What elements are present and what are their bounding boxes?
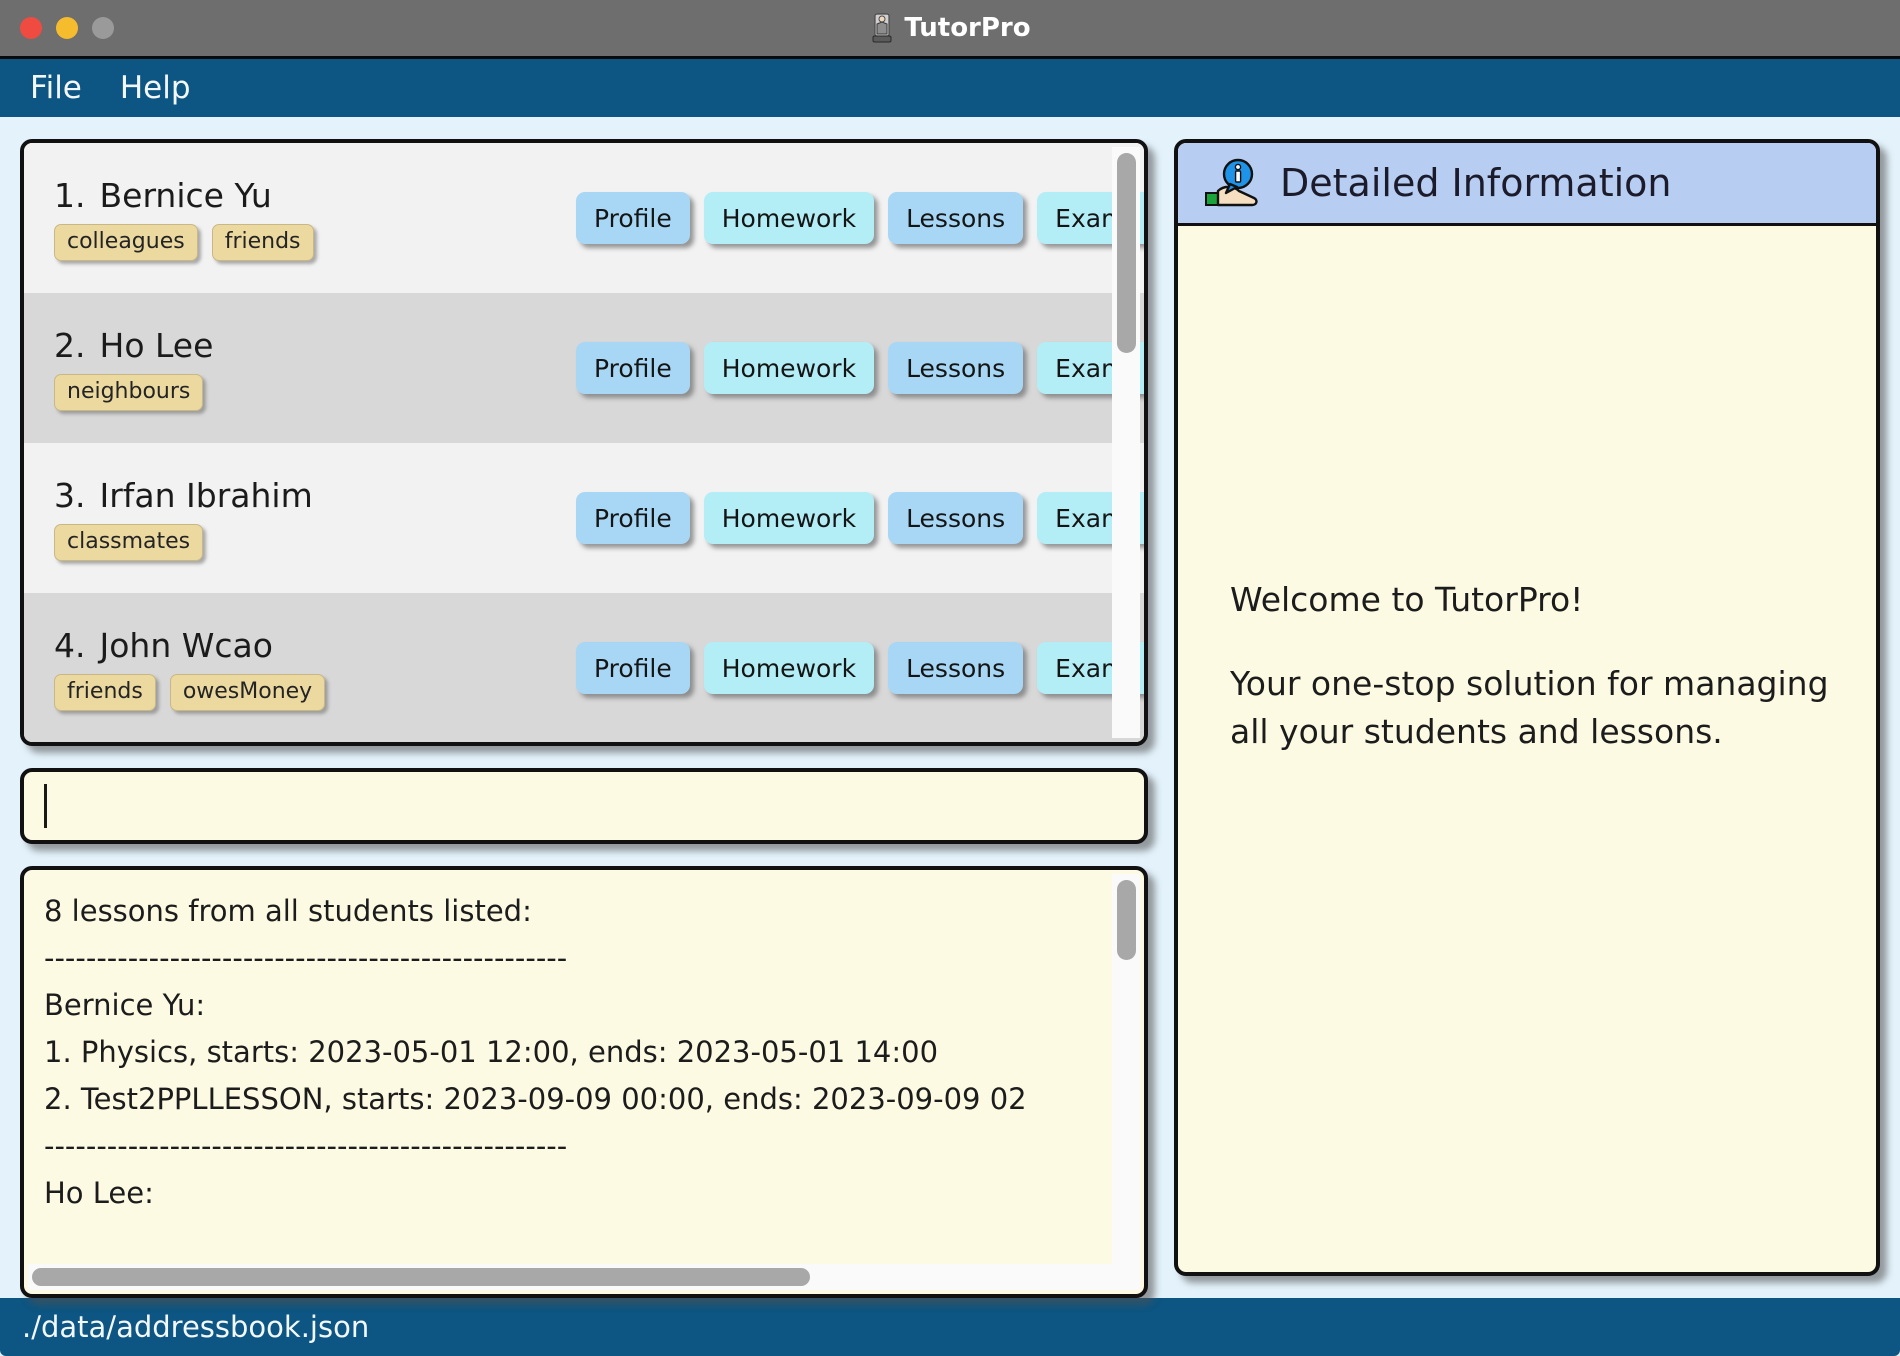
student-index: 3. <box>54 475 86 515</box>
student-index: 2. <box>54 325 86 365</box>
lessons-button[interactable]: Lessons <box>888 192 1024 244</box>
detail-panel-header: Detailed Information <box>1178 143 1876 226</box>
student-tag: owesMoney <box>169 673 326 711</box>
scrollbar-thumb[interactable] <box>1117 880 1136 960</box>
student-list-item[interactable]: 2. Ho Lee neighbours Profile Homework Les… <box>24 293 1144 443</box>
result-line: Ho Lee: <box>44 1176 154 1210</box>
student-info: 4. John Wcao friends owesMoney <box>54 626 554 711</box>
student-action-buttons: Profile Homework Lessons Exams <box>576 342 1144 394</box>
menu-bar: File Help <box>0 59 1900 117</box>
welcome-spacer <box>1230 624 1846 660</box>
result-line: ----------------------------------------… <box>44 1129 568 1163</box>
student-list-item[interactable]: 3. Irfan Ibrahim classmates Profile Homew… <box>24 443 1144 593</box>
student-tag: friends <box>211 223 314 261</box>
command-input-box[interactable] <box>20 768 1148 844</box>
student-tag: neighbours <box>54 373 204 411</box>
student-list-scroll-area: 1. Bernice Yu colleagues friends Profile … <box>24 143 1144 742</box>
student-index: 1. <box>54 175 86 215</box>
scrollbar-thumb[interactable] <box>1117 153 1136 353</box>
profile-button[interactable]: Profile <box>576 192 690 244</box>
left-column: 1. Bernice Yu colleagues friends Profile … <box>20 139 1148 1298</box>
lessons-button[interactable]: Lessons <box>888 492 1024 544</box>
homework-button[interactable]: Homework <box>703 192 875 244</box>
profile-button[interactable]: Profile <box>576 492 690 544</box>
homework-button[interactable]: Homework <box>703 342 875 394</box>
student-tag: colleagues <box>54 223 198 261</box>
student-name-row: 4. John Wcao <box>54 626 554 665</box>
profile-button[interactable]: Profile <box>576 642 690 694</box>
result-line: 1. Physics, starts: 2023-05-01 12:00, en… <box>44 1035 939 1069</box>
student-tags: classmates <box>54 523 554 561</box>
menu-item-help[interactable]: Help <box>120 70 191 106</box>
student-info: 1. Bernice Yu colleagues friends <box>54 176 554 261</box>
student-list-item[interactable]: 1. Bernice Yu colleagues friends Profile … <box>24 143 1144 293</box>
welcome-body-line-2: all your students and lessons. <box>1230 712 1723 751</box>
student-name: Ho Lee <box>99 325 214 365</box>
student-action-buttons: Profile Homework Lessons Exams <box>576 192 1144 244</box>
student-tag: friends <box>54 673 156 711</box>
profile-button[interactable]: Profile <box>576 342 690 394</box>
detail-panel-title: Detailed Information <box>1280 161 1672 205</box>
student-name-row: 1. Bernice Yu <box>54 176 554 215</box>
detail-information-panel: Detailed Information Welcome to TutorPro… <box>1174 139 1880 1276</box>
maximize-window-button[interactable] <box>92 17 114 39</box>
student-tags: colleagues friends <box>54 223 554 261</box>
result-horizontal-scrollbar[interactable] <box>28 1264 1140 1290</box>
minimize-window-button[interactable] <box>56 17 78 39</box>
student-name-row: 2. Ho Lee <box>54 326 554 365</box>
student-index: 4. <box>54 625 86 665</box>
student-list-vertical-scrollbar[interactable] <box>1112 147 1140 738</box>
tutor-person-icon <box>869 13 895 43</box>
result-line: 2. Test2PPLLESSON, starts: 2023-09-09 00… <box>44 1082 1027 1116</box>
result-vertical-scrollbar[interactable] <box>1112 874 1140 1264</box>
text-caret <box>44 784 47 828</box>
student-list-panel: 1. Bernice Yu colleagues friends Profile … <box>20 139 1148 746</box>
student-name: John Wcao <box>99 625 273 665</box>
status-bar: ./data/addressbook.json <box>0 1298 1900 1356</box>
student-name-row: 3. Irfan Ibrahim <box>54 476 554 515</box>
student-name: Bernice Yu <box>99 175 272 215</box>
status-bar-file-path: ./data/addressbook.json <box>22 1310 370 1344</box>
main-content: 1. Bernice Yu colleagues friends Profile … <box>0 117 1900 1298</box>
result-display-text: 8 lessons from all students listed: ----… <box>24 870 1114 1268</box>
student-action-buttons: Profile Homework Lessons Exams <box>576 642 1144 694</box>
right-column: Detailed Information Welcome to TutorPro… <box>1174 139 1880 1298</box>
welcome-message: Welcome to TutorPro! Your one-stop solut… <box>1230 576 1846 756</box>
result-line: 8 lessons from all students listed: <box>44 894 532 928</box>
student-name: Irfan Ibrahim <box>99 475 313 515</box>
welcome-body-line-1: Your one-stop solution for managing <box>1230 664 1829 703</box>
student-tag: classmates <box>54 523 204 561</box>
student-tags: friends owesMoney <box>54 673 554 711</box>
welcome-heading: Welcome to TutorPro! <box>1230 580 1584 619</box>
student-info: 2. Ho Lee neighbours <box>54 326 554 411</box>
detail-panel-body: Welcome to TutorPro! Your one-stop solut… <box>1178 226 1876 1272</box>
homework-button[interactable]: Homework <box>703 642 875 694</box>
info-on-hand-icon <box>1202 157 1264 209</box>
result-display-panel: 8 lessons from all students listed: ----… <box>20 866 1148 1298</box>
result-line: Bernice Yu: <box>44 988 206 1022</box>
scrollbar-thumb[interactable] <box>32 1268 810 1286</box>
student-action-buttons: Profile Homework Lessons Exams <box>576 492 1144 544</box>
student-list-item[interactable]: 4. John Wcao friends owesMoney Profile Ho… <box>24 593 1144 742</box>
result-line: ----------------------------------------… <box>44 941 568 975</box>
title-bar: TutorPro <box>0 0 1900 59</box>
window-controls <box>20 17 114 39</box>
lessons-button[interactable]: Lessons <box>888 342 1024 394</box>
window-title: TutorPro <box>904 13 1031 43</box>
homework-button[interactable]: Homework <box>703 492 875 544</box>
app-window: TutorPro File Help 1. Bernice Yu colleag… <box>0 0 1900 1356</box>
title-center-group: TutorPro <box>0 13 1900 43</box>
student-info: 3. Irfan Ibrahim classmates <box>54 476 554 561</box>
menu-item-file[interactable]: File <box>30 70 82 106</box>
close-window-button[interactable] <box>20 17 42 39</box>
lessons-button[interactable]: Lessons <box>888 642 1024 694</box>
student-tags: neighbours <box>54 373 554 411</box>
